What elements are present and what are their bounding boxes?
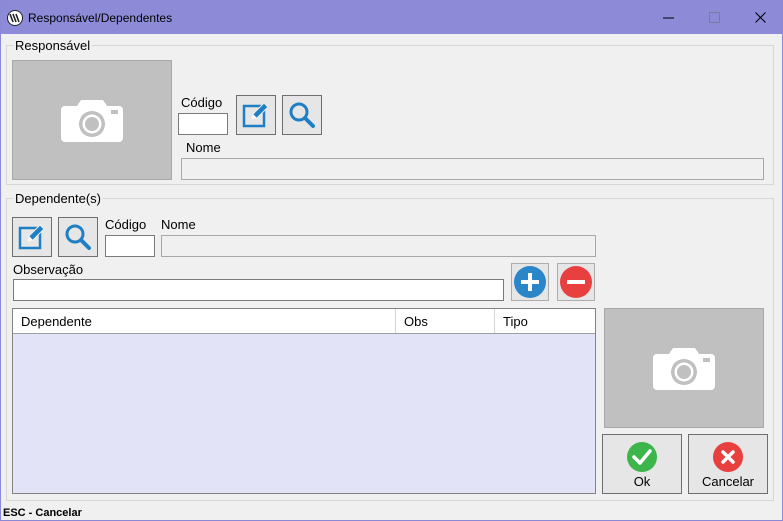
grid-col-dependente[interactable]: Dependente [13, 309, 396, 333]
responsavel-photo[interactable] [12, 60, 172, 180]
search-icon [65, 224, 91, 250]
plus-icon [514, 266, 546, 298]
minimize-icon [662, 17, 674, 19]
close-button[interactable] [737, 1, 783, 34]
dependente-photo[interactable] [604, 308, 764, 428]
search-icon [289, 102, 315, 128]
responsavel-codigo-label: Código [181, 95, 223, 110]
edit-icon [18, 224, 45, 250]
responsavel-codigo-input[interactable] [179, 114, 227, 134]
ok-button[interactable]: Ok [602, 434, 682, 494]
responsavel-nome-input[interactable] [182, 159, 763, 179]
minimize-button[interactable] [645, 1, 691, 34]
close-icon [754, 12, 766, 23]
camera-icon [653, 348, 715, 390]
dependente-nome-input[interactable] [162, 236, 595, 256]
cancel-button[interactable]: Cancelar [688, 434, 768, 494]
responsavel-nome-field[interactable] [181, 158, 764, 180]
observacao-field[interactable] [13, 279, 504, 301]
edit-icon [242, 102, 269, 128]
remove-dependente-button[interactable] [557, 263, 595, 301]
dependente-codigo-input[interactable] [106, 236, 154, 256]
grid-header: Dependente Obs Tipo [13, 309, 595, 334]
status-bar: ESC - Cancelar [1, 506, 782, 521]
title-bar[interactable]: Responsável/Dependentes [1, 1, 782, 34]
dependente-nome-label: Nome [161, 217, 196, 232]
check-icon [627, 442, 657, 472]
x-icon [713, 442, 743, 472]
cancel-button-label: Cancelar [701, 474, 755, 489]
dependente-search-button[interactable] [58, 217, 98, 257]
dependente-codigo-label: Código [105, 217, 147, 232]
dialog-window: Responsável/Dependentes Responsável Códi… [0, 0, 783, 521]
app-logo-icon [7, 10, 23, 26]
dependentes-grid[interactable]: Dependente Obs Tipo [12, 308, 596, 494]
add-dependente-button[interactable] [511, 263, 549, 301]
dependentes-group-title: Dependente(s) [13, 191, 103, 206]
minus-icon [560, 266, 592, 298]
camera-icon [61, 100, 123, 142]
grid-col-tipo[interactable]: Tipo [495, 309, 595, 333]
observacao-input[interactable] [14, 280, 503, 300]
ok-button-label: Ok [633, 474, 651, 489]
dependente-nome-field[interactable] [161, 235, 596, 257]
responsavel-nome-label: Nome [186, 140, 221, 155]
status-text: ESC - Cancelar [3, 507, 82, 519]
dependente-codigo-field[interactable] [105, 235, 155, 257]
responsavel-search-button[interactable] [282, 95, 322, 135]
observacao-label: Observação [13, 262, 84, 277]
window-title: Responsável/Dependentes [28, 11, 173, 25]
grid-col-obs[interactable]: Obs [396, 309, 495, 333]
maximize-icon [708, 12, 720, 23]
responsavel-group-title: Responsável [13, 38, 93, 53]
responsavel-codigo-field[interactable] [178, 113, 228, 135]
maximize-button[interactable] [691, 1, 737, 34]
dependente-edit-button[interactable] [12, 217, 52, 257]
responsavel-edit-button[interactable] [236, 95, 276, 135]
